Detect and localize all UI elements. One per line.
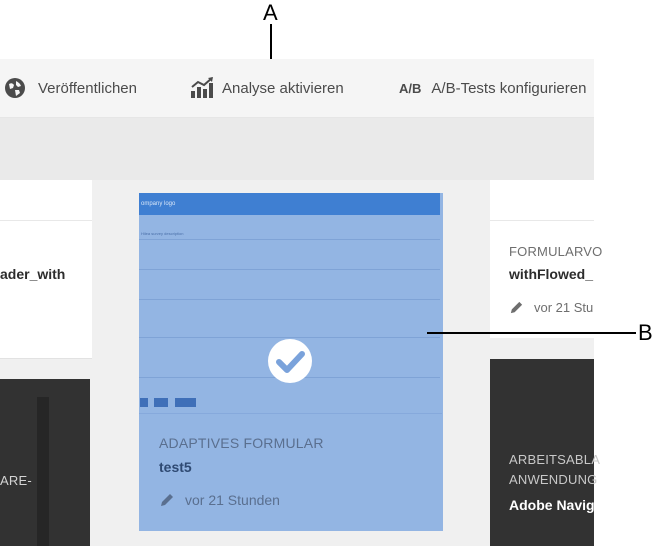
callout-b-line xyxy=(427,332,636,334)
asset-card-left-dark-type: ARE- xyxy=(0,473,32,488)
publish-button[interactable]: Veröffentlichen xyxy=(4,59,137,117)
thumbnail-button xyxy=(154,398,168,407)
asset-card-selected-time: vor 21 Stunden xyxy=(185,492,280,508)
asset-card-right-time: vor 21 Stu xyxy=(534,300,594,315)
asset-card-left[interactable]: ader_with xyxy=(0,180,92,359)
enable-analytics-button[interactable]: Analyse aktivieren xyxy=(190,59,344,117)
ab-test-icon: A/B xyxy=(399,80,422,96)
action-toolbar: Veröffentlichen Analyse aktivieren A/B A… xyxy=(0,59,594,118)
configure-ab-tests-button[interactable]: A/B A/B-Tests konfigurieren xyxy=(399,59,586,117)
thumbnail-rule xyxy=(139,299,440,300)
analytics-chart-icon xyxy=(191,77,213,98)
asset-card-selected-name: test5 xyxy=(159,459,192,475)
card-divider xyxy=(490,220,594,221)
ab-tests-label: A/B-Tests konfigurieren xyxy=(431,79,587,97)
asset-card-right-dark-type-line2: ANWENDUNG xyxy=(509,472,598,487)
dark-card-thumbnail xyxy=(37,397,49,546)
asset-card-left-name: ader_with xyxy=(0,266,66,282)
asset-card-right-name: withFlowed_ xyxy=(509,266,593,282)
thumbnail-rule xyxy=(139,337,440,338)
thumbnail-rule xyxy=(139,239,440,240)
selected-check-icon xyxy=(268,339,312,383)
asset-card-selected-meta: vor 21 Stunden xyxy=(159,492,280,508)
card-divider xyxy=(0,220,92,221)
thumbnail-logo-text: ompany logo xyxy=(141,201,176,207)
filter-band xyxy=(0,118,594,180)
pencil-icon xyxy=(161,494,173,506)
selection-overlay[interactable]: ompany logo Hilea survey description ADA… xyxy=(139,193,443,531)
asset-card-right-dark[interactable]: ARBEITSABLA ANWENDUNG Adobe Navig xyxy=(490,359,600,546)
analytics-label: Analyse aktivieren xyxy=(222,79,344,97)
thumbnail-description: Hilea survey description xyxy=(141,231,184,236)
pencil-icon xyxy=(510,301,523,314)
globe-icon xyxy=(5,78,25,98)
asset-card-selected-type: ADAPTIVES FORMULAR xyxy=(159,435,324,451)
callout-a-label: A xyxy=(263,0,278,25)
asset-card-right-type: FORMULARVO xyxy=(509,244,603,259)
publish-label: Veröffentlichen xyxy=(38,79,137,97)
asset-card-right[interactable]: FORMULARVO withFlowed_ vor 21 Stu xyxy=(490,180,602,338)
thumbnail-button xyxy=(140,398,148,407)
asset-card-right-meta: vor 21 Stu xyxy=(509,300,593,315)
asset-card-left-dark[interactable]: ARE- xyxy=(0,379,90,546)
asset-card-right-dark-type-line1: ARBEITSABLA xyxy=(509,452,601,467)
callout-b-label: B xyxy=(638,320,653,345)
thumbnail-header-bar: ompany logo xyxy=(139,193,440,215)
thumbnail-rule xyxy=(139,269,440,270)
thumbnail-button xyxy=(175,398,196,407)
thumbnail-rule xyxy=(139,413,442,414)
asset-card-right-dark-name: Adobe Navig xyxy=(509,497,595,513)
